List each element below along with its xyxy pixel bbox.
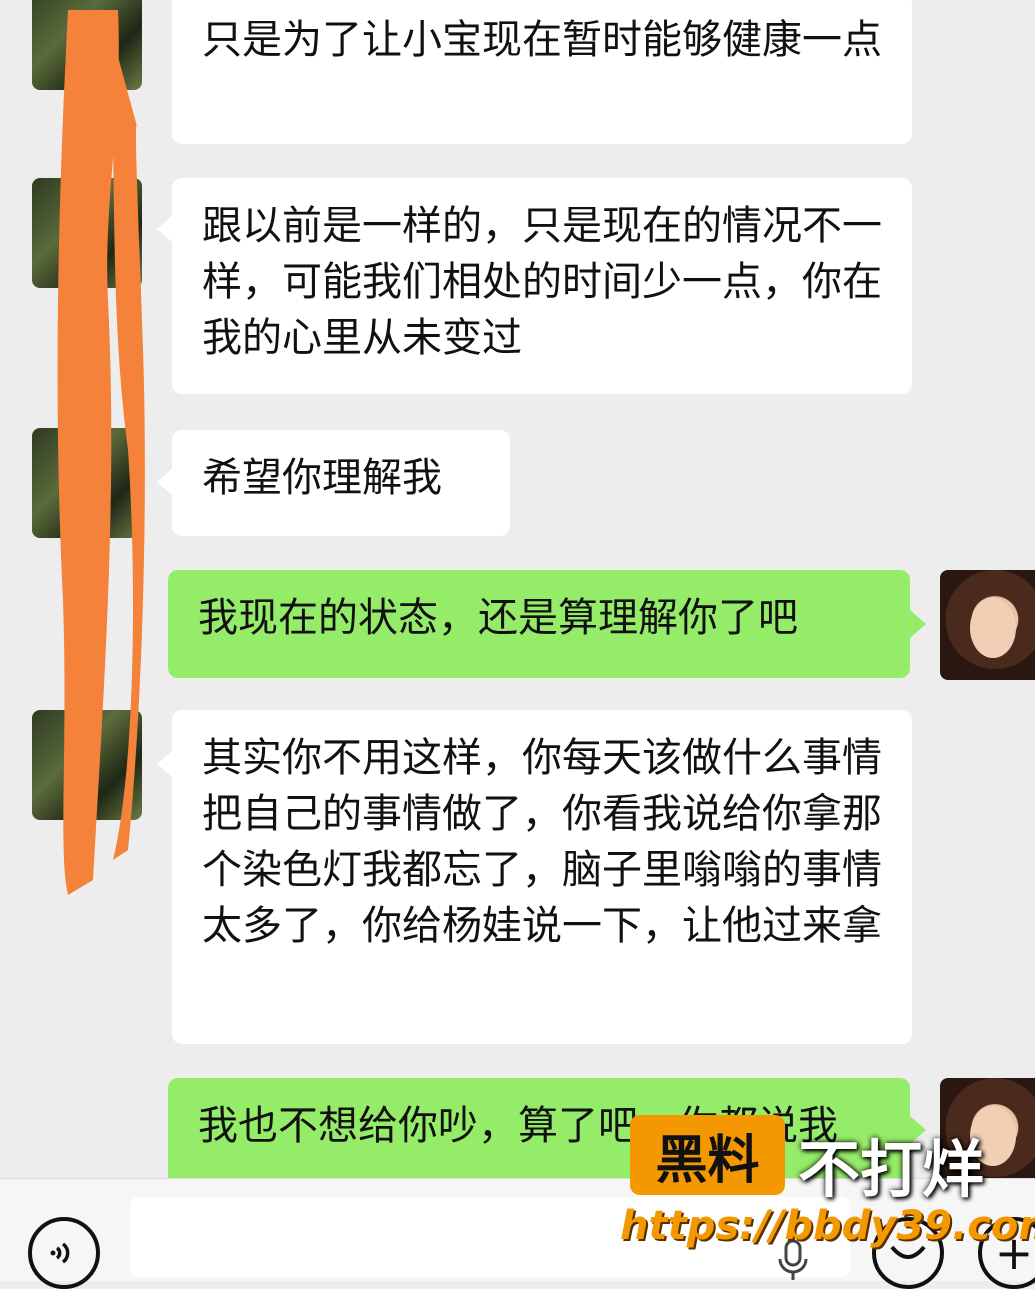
watermark-title: 不打烊 bbox=[798, 1133, 985, 1206]
message-text: 只是为了让小宝现在暂时能够健康一点 bbox=[202, 17, 882, 63]
redaction-scribble bbox=[57, 10, 145, 895]
bubble-tail bbox=[157, 468, 173, 496]
voice-icon[interactable] bbox=[28, 1217, 100, 1289]
message-bubble-incoming[interactable]: 只是为了让小宝现在暂时能够健康一点 bbox=[172, 0, 912, 144]
message-text: 其实你不用这样，你每天该做什么事情把自己的事情做了，你看我说给你拿那个染色灯我都… bbox=[202, 735, 882, 949]
bubble-tail bbox=[910, 610, 926, 638]
watermark-url: https://bbdy39.com bbox=[620, 1203, 1035, 1249]
bubble-tail bbox=[157, 750, 173, 778]
message-text: 希望你理解我 bbox=[202, 455, 442, 501]
voice-wave-icon bbox=[50, 1242, 70, 1264]
watermark: 黑料 不打烊 https://bbdy39.com bbox=[620, 1115, 1035, 1280]
watermark-badge: 黑料 bbox=[630, 1115, 785, 1195]
my-avatar[interactable] bbox=[940, 570, 1035, 680]
message-text: 我现在的状态，还是算理解你了吧 bbox=[198, 595, 798, 641]
message-bubble-incoming[interactable]: 跟以前是一样的，只是现在的情况不一样，可能我们相处的时间少一点，你在我的心里从未… bbox=[172, 178, 912, 394]
message-bubble-incoming[interactable]: 其实你不用这样，你每天该做什么事情把自己的事情做了，你看我说给你拿那个染色灯我都… bbox=[172, 710, 912, 1044]
chat-area[interactable]: 只是为了让小宝现在暂时能够健康一点 跟以前是一样的，只是现在的情况不一样，可能我… bbox=[0, 0, 1035, 1180]
message-text: 跟以前是一样的，只是现在的情况不一样，可能我们相处的时间少一点，你在我的心里从未… bbox=[202, 203, 882, 361]
message-bubble-outgoing[interactable]: 我现在的状态，还是算理解你了吧 bbox=[168, 570, 910, 678]
bubble-tail bbox=[157, 215, 173, 243]
message-bubble-incoming[interactable]: 希望你理解我 bbox=[172, 430, 510, 536]
